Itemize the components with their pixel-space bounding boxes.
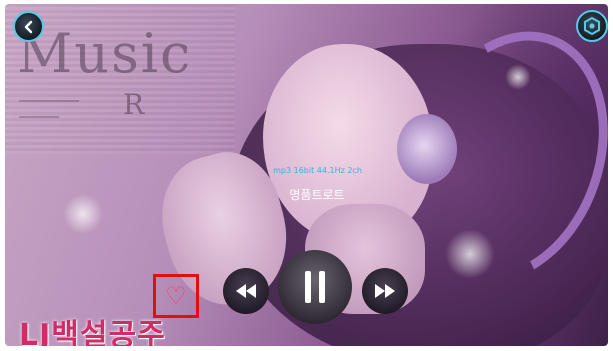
previous-button[interactable] — [223, 268, 269, 314]
track-title: 명품트로트 — [289, 188, 345, 202]
fast-forward-icon — [375, 284, 395, 298]
track-format-info: mp3 16bit 44.1Hz 2ch — [273, 166, 362, 175]
light-glow — [445, 229, 495, 279]
background-divider — [19, 100, 79, 102]
background-divider — [19, 116, 59, 118]
light-glow — [63, 194, 103, 234]
next-button[interactable] — [362, 268, 408, 314]
background-logo-word: Music — [17, 22, 193, 85]
album-banner-text: LJ백설공주 — [19, 318, 166, 346]
background-logo-letter: R — [123, 88, 145, 121]
player-screen: Music R mp3 16bit 44.1Hz 2ch 명품트로트 ♡ LJ백… — [5, 4, 608, 346]
hexagon-settings-icon — [584, 17, 600, 35]
back-button[interactable] — [13, 11, 44, 42]
settings-button[interactable] — [576, 10, 608, 42]
light-glow — [505, 64, 531, 90]
playback-controls — [218, 244, 418, 324]
rewind-icon — [236, 284, 256, 298]
chevron-left-icon — [24, 20, 32, 33]
pause-button[interactable] — [278, 250, 352, 324]
heart-outline-icon: ♡ — [165, 282, 187, 310]
album-art-earcup — [397, 114, 457, 184]
pause-icon — [305, 271, 325, 303]
